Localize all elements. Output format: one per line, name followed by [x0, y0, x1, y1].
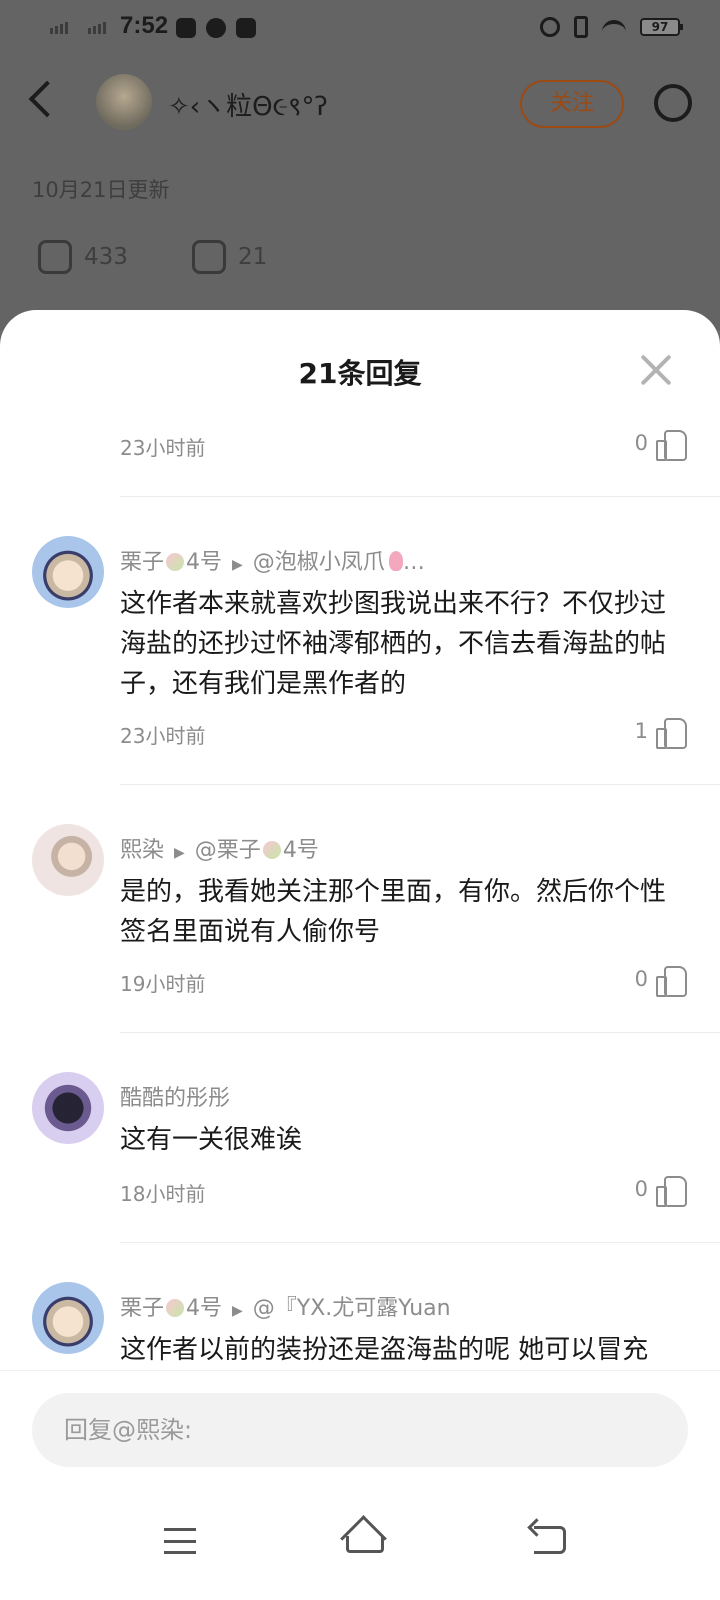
- avatar[interactable]: [32, 1282, 104, 1354]
- post-author[interactable]: ✧‹ヽ粒Θ૯९°ʔ: [168, 86, 328, 123]
- reply-target: @泡椒小凤爪: [252, 550, 385, 575]
- avatar[interactable]: [96, 74, 152, 130]
- signal-icon: [50, 22, 68, 34]
- status-right: 97: [540, 16, 683, 38]
- divider: [120, 496, 720, 497]
- like-count: 0: [634, 967, 648, 991]
- reply-target: @栗子: [194, 838, 261, 863]
- reply-arrow-icon: ▶: [232, 557, 243, 573]
- like-count: 0: [634, 1177, 648, 1201]
- close-icon[interactable]: [640, 354, 672, 386]
- wifi-icon: [602, 20, 626, 34]
- comment-button[interactable]: 21: [192, 240, 267, 274]
- thumb-up-icon: [656, 716, 687, 749]
- like-button[interactable]: 0: [634, 964, 687, 997]
- comment-author[interactable]: 栗子 4号 ▶ @泡椒小凤爪 …: [120, 544, 425, 576]
- comment-time: 23小时前: [120, 436, 206, 460]
- author-name: 栗子: [120, 1296, 165, 1321]
- like-count: 1: [634, 719, 648, 743]
- avatar[interactable]: [32, 1072, 104, 1144]
- candy-icon: [262, 841, 281, 859]
- status-bar: 7:52 97: [0, 0, 720, 58]
- comment-count: 21: [238, 244, 268, 270]
- like-count: 0: [634, 431, 648, 455]
- alarm-icon: [540, 17, 560, 37]
- comment-text[interactable]: 这作者以前的装扮还是盗海盐的呢 她可以冒充: [120, 1330, 690, 1370]
- like-button[interactable]: 0: [634, 1174, 687, 1207]
- like-count: 433: [84, 244, 128, 270]
- reply-arrow-icon: ▶: [232, 1303, 243, 1319]
- back-icon[interactable]: [28, 80, 66, 118]
- author-name: 栗子: [120, 550, 165, 575]
- home-icon[interactable]: [340, 1520, 384, 1554]
- thumb-up-icon: [656, 428, 687, 461]
- follow-button[interactable]: 关注: [520, 80, 624, 128]
- play-store-icon: [176, 18, 196, 38]
- share-icon[interactable]: [654, 84, 692, 122]
- comment-icon: [192, 240, 226, 274]
- candy-icon: [166, 553, 185, 571]
- comment-text[interactable]: 这有一关很难诶: [120, 1120, 690, 1160]
- comment-author[interactable]: 栗子 4号 ▶ @『YX.尤可露Yuan: [120, 1290, 451, 1322]
- comment-time: 23小时前: [120, 724, 206, 748]
- author-name: 酷酷的彤彤: [120, 1086, 231, 1111]
- like-button[interactable]: 433: [38, 240, 128, 274]
- author-name: 熙染: [120, 838, 165, 863]
- menu-icon[interactable]: [164, 1528, 196, 1554]
- app-icon: [206, 18, 226, 38]
- reply-input[interactable]: [32, 1393, 688, 1467]
- comment-author[interactable]: 酷酷的彤彤: [120, 1080, 230, 1112]
- background-page: 7:52 97 ✧‹ヽ粒Θ૯९°ʔ 关注 10月21日更新 433 21: [0, 0, 720, 330]
- signal-icon: [88, 22, 106, 34]
- comment-text[interactable]: 这作者本来就喜欢抄图我说出来不行？不仅抄过海盐的还抄过怀袖澪郁栖的，不信去看海盐…: [120, 584, 690, 704]
- status-time: 7:52: [120, 12, 169, 39]
- thumb-up-icon: [656, 964, 687, 997]
- reply-arrow-icon: ▶: [174, 845, 185, 861]
- reply-bar: [0, 1370, 720, 1500]
- candy-icon: [166, 1299, 185, 1317]
- avatar[interactable]: [32, 536, 104, 608]
- thumb-up-icon: [656, 1174, 687, 1207]
- reply-suffix: 4号: [282, 838, 319, 863]
- post-updated: 10月21日更新: [32, 178, 170, 202]
- sheet-title: 21条回复: [298, 357, 422, 390]
- like-button[interactable]: 0: [634, 428, 687, 461]
- author-suffix: 4号: [186, 550, 223, 575]
- vibrate-icon: [574, 16, 588, 38]
- comment-time: 19小时前: [120, 972, 206, 996]
- system-nav-bar: [0, 1500, 720, 1600]
- reply-ellipsis: …: [402, 550, 425, 575]
- comment-author[interactable]: 熙染 ▶ @栗子 4号: [120, 832, 319, 864]
- divider: [120, 784, 720, 785]
- back-nav-icon[interactable]: [534, 1526, 566, 1554]
- thumb-up-icon: [38, 240, 72, 274]
- battery-icon: 97: [640, 18, 683, 36]
- like-button[interactable]: 1: [634, 716, 687, 749]
- comment-text[interactable]: 是的，我看她关注那个里面，有你。然后你个性签名里面说有人偷你号: [120, 872, 690, 952]
- divider: [120, 1032, 720, 1033]
- author-suffix: 4号: [186, 1296, 223, 1321]
- avatar[interactable]: [32, 824, 104, 896]
- comment-time: 18小时前: [120, 1182, 206, 1206]
- divider: [120, 1242, 720, 1243]
- tulip-icon: [388, 551, 403, 571]
- search-app-icon: [236, 18, 256, 38]
- reply-target: @『YX.尤可露Yuan: [252, 1296, 451, 1321]
